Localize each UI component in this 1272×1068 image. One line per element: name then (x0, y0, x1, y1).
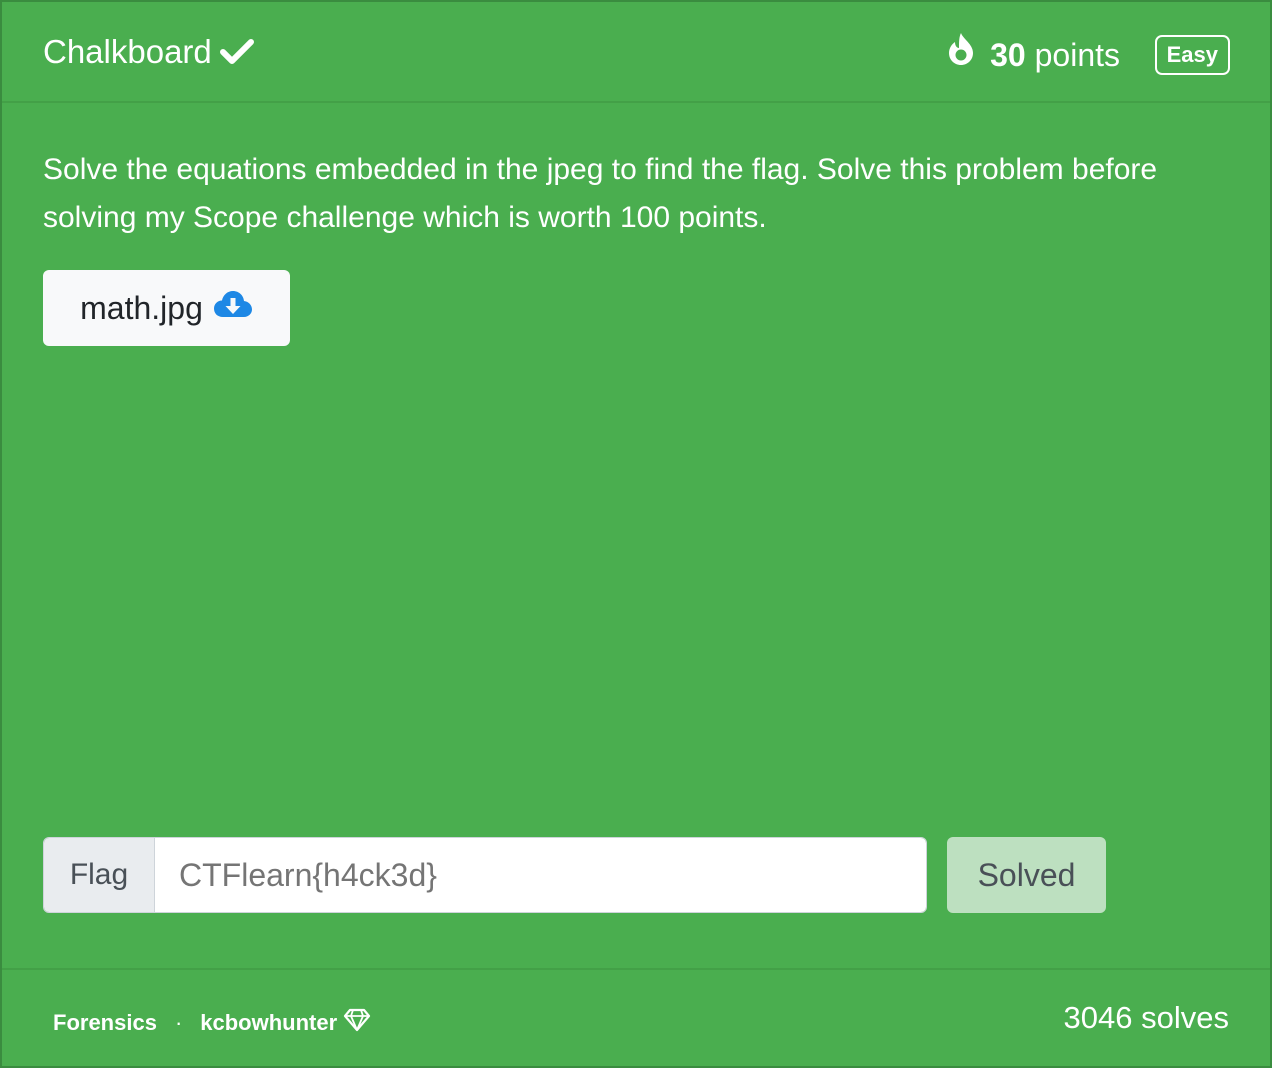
download-file-button[interactable]: math.jpg (43, 270, 290, 346)
challenge-meta: Forensics · kcbowhunter (53, 1008, 371, 1038)
difficulty-badge: Easy (1154, 35, 1230, 75)
challenge-title-text: Chalkboard (43, 33, 212, 70)
solves-count: 3046 solves (1063, 1000, 1229, 1035)
challenge-description: Solve the equations embedded in the jpeg… (43, 153, 1158, 234)
flag-label: Flag (44, 838, 155, 912)
diamond-icon (343, 1008, 371, 1038)
challenge-title: Chalkboard (43, 30, 254, 74)
solved-button[interactable]: Solved (947, 837, 1106, 913)
flag-input[interactable] (155, 838, 926, 912)
cloud-download-icon (213, 289, 253, 327)
card-footer: Forensics · kcbowhunter 3046 solves (2, 968, 1270, 1066)
challenge-card: Chalkboard 30 points Easy Solve the equa… (0, 0, 1272, 1068)
file-name: math.jpg (80, 289, 203, 326)
category-link[interactable]: Forensics (53, 1010, 157, 1036)
points-value: 30 (990, 36, 1026, 73)
fire-icon (946, 32, 976, 77)
author-link[interactable]: kcbowhunter (200, 1008, 371, 1038)
flag-input-group: Flag (43, 837, 927, 913)
points-display: 30 points (946, 32, 1120, 77)
card-header: Chalkboard 30 points Easy (2, 2, 1270, 103)
separator: · (174, 1010, 183, 1035)
check-icon (219, 37, 254, 67)
points-label: points (1034, 36, 1120, 73)
author-name: kcbowhunter (200, 1010, 338, 1035)
